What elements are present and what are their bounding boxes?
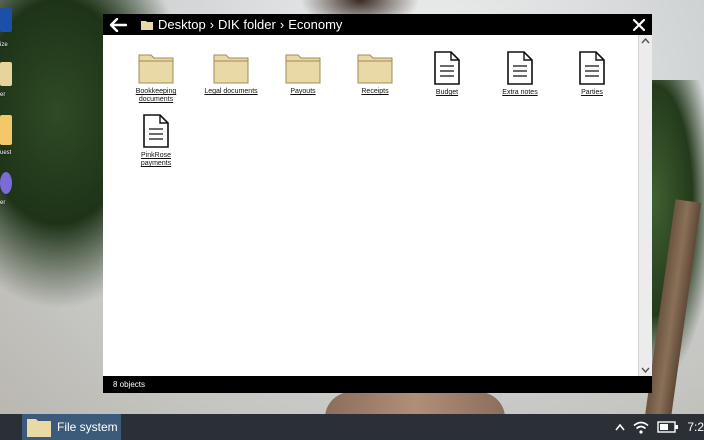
back-button[interactable]	[107, 14, 129, 35]
status-bar: 8 objects	[103, 376, 652, 393]
item-label: Receipts	[361, 88, 389, 95]
back-arrow-icon	[109, 17, 127, 32]
folder-icon	[213, 54, 249, 84]
scroll-down-icon	[641, 367, 650, 373]
scroll-up-button[interactable]	[640, 36, 651, 46]
list-item[interactable]: Legal documents	[201, 52, 261, 96]
document-icon	[143, 114, 169, 148]
folder-icon	[357, 54, 393, 84]
list-item[interactable]: PinkRose payments	[126, 114, 186, 168]
desktop-icon-2[interactable]	[0, 62, 12, 86]
breadcrumb: Desktop › DIK folder › Economy	[141, 17, 342, 32]
scroll-up-icon	[641, 38, 650, 44]
close-button[interactable]	[630, 15, 648, 34]
file-explorer-window: Desktop › DIK folder › Economy Bookkeepi…	[103, 14, 652, 393]
list-item[interactable]: Budget	[417, 51, 477, 97]
vertical-scrollbar[interactable]	[638, 35, 652, 376]
desktop-icon-3[interactable]	[0, 115, 12, 145]
folder-icon	[27, 418, 51, 437]
breadcrumb-economy[interactable]: Economy	[288, 17, 342, 32]
object-count: 8 objects	[113, 380, 146, 389]
breadcrumb-desktop[interactable]: Desktop	[158, 17, 206, 32]
item-label: Payouts	[290, 88, 316, 95]
list-item[interactable]: Receipts	[345, 52, 405, 96]
item-label: PinkRose payments	[140, 152, 172, 167]
taskbar-file-system-button[interactable]: File system	[22, 414, 121, 440]
desktop-icon-4-label: er	[0, 200, 6, 206]
system-tray: 7:2	[607, 414, 704, 440]
chevron-up-icon[interactable]	[615, 423, 625, 431]
list-item[interactable]: Extra notes	[490, 51, 550, 97]
wifi-icon[interactable]	[633, 421, 649, 434]
item-label: Extra notes	[502, 89, 538, 96]
desktop-icon-2-label: er	[0, 92, 6, 98]
title-bar: Desktop › DIK folder › Economy	[103, 14, 652, 35]
list-item[interactable]: Bookkeeping documents	[126, 52, 186, 104]
file-list: Bookkeeping documents Legal documents Pa…	[103, 35, 639, 376]
desktop-icon-1-label: ize	[0, 42, 8, 48]
document-icon	[507, 51, 533, 85]
desktop-icon-4[interactable]	[0, 172, 12, 194]
clock[interactable]: 7:2	[687, 420, 704, 434]
desktop-icon-1[interactable]	[0, 8, 12, 32]
desktop-icon-3-label: uest	[0, 150, 12, 156]
document-icon	[579, 51, 605, 85]
folder-icon	[141, 20, 153, 30]
breadcrumb-dik-folder[interactable]: DIK folder	[218, 17, 276, 32]
breadcrumb-separator: ›	[209, 17, 215, 32]
list-item[interactable]: Parties	[562, 51, 622, 97]
item-label: Parties	[581, 89, 603, 96]
item-label: Legal documents	[204, 88, 258, 95]
scroll-down-button[interactable]	[640, 365, 651, 375]
folder-icon	[138, 54, 174, 84]
breadcrumb-separator: ›	[279, 17, 285, 32]
list-item[interactable]: Payouts	[273, 52, 333, 96]
taskbar-app-label: File system	[57, 420, 118, 434]
document-icon	[434, 51, 460, 85]
item-label: Budget	[435, 89, 459, 96]
taskbar: File system 7:2	[0, 414, 704, 440]
item-label: Bookkeeping documents	[135, 88, 177, 103]
close-icon	[633, 18, 645, 31]
folder-icon	[285, 54, 321, 84]
battery-icon[interactable]	[657, 421, 679, 433]
